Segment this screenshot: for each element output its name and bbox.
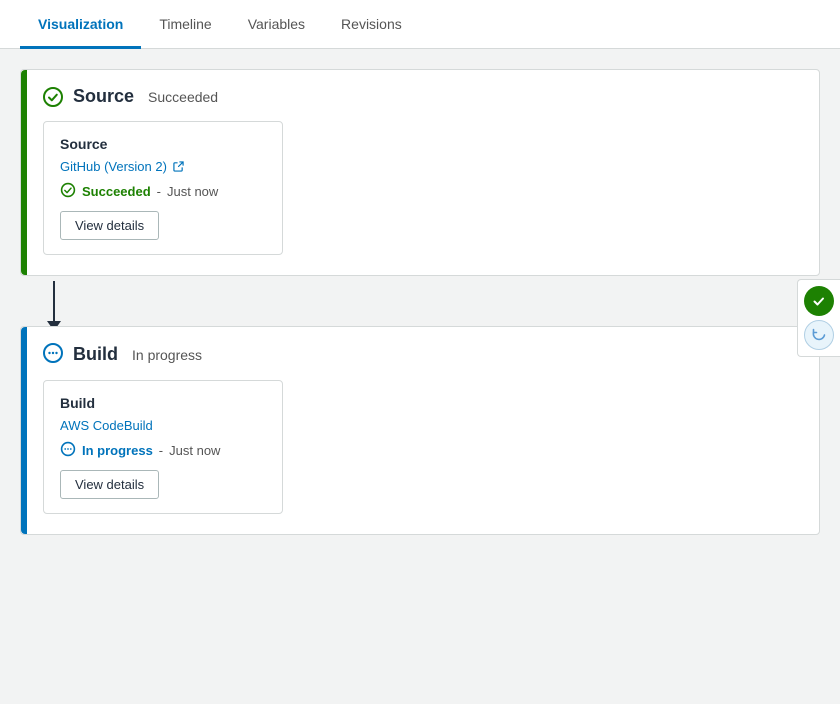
source-stage-title: Source	[73, 86, 134, 107]
build-stage-title: Build	[73, 344, 118, 365]
source-stage-card: Source Succeeded Source GitHub (Version …	[20, 69, 820, 276]
build-stage-status: In progress	[132, 347, 202, 363]
source-stage-body: Source GitHub (Version 2)	[21, 121, 819, 275]
external-link-icon	[173, 161, 184, 172]
source-status-icon	[60, 182, 76, 201]
build-view-details-button[interactable]: View details	[60, 470, 159, 499]
build-stage-left-bar	[21, 327, 27, 534]
build-status-row: In progress - Just now	[60, 441, 266, 460]
build-status-icon	[60, 441, 76, 460]
build-inprogress-icon	[43, 343, 63, 366]
arrow-line	[53, 281, 55, 321]
floating-refresh-icon[interactable]	[804, 320, 834, 350]
floating-panel	[797, 279, 840, 357]
source-stage-status: Succeeded	[148, 89, 218, 105]
source-stage-header: Source Succeeded	[21, 70, 819, 121]
build-action-link[interactable]: AWS CodeBuild	[60, 418, 153, 433]
source-time: Just now	[167, 184, 218, 199]
source-action-title: Source	[60, 136, 266, 152]
source-action-link[interactable]: GitHub (Version 2)	[60, 159, 184, 174]
build-separator: -	[159, 443, 163, 458]
source-status-label: Succeeded	[82, 184, 151, 199]
build-action-card: Build AWS CodeBuild I	[43, 380, 283, 514]
build-stage-header: Build In progress	[21, 327, 819, 380]
source-view-details-button[interactable]: View details	[60, 211, 159, 240]
build-action-title: Build	[60, 395, 266, 411]
source-success-icon	[43, 87, 63, 107]
source-status-row: Succeeded - Just now	[60, 182, 266, 201]
tab-visualization[interactable]: Visualization	[20, 0, 141, 49]
main-content: Source Succeeded Source GitHub (Version …	[0, 49, 840, 555]
source-action-card: Source GitHub (Version 2)	[43, 121, 283, 255]
tab-variables[interactable]: Variables	[230, 0, 323, 49]
build-stage-body: Build AWS CodeBuild I	[21, 380, 819, 534]
source-stage-left-bar	[21, 70, 27, 275]
source-separator: -	[157, 184, 161, 199]
build-status-label: In progress	[82, 443, 153, 458]
floating-check-icon[interactable]	[804, 286, 834, 316]
arrow-connector	[20, 276, 820, 326]
tab-timeline[interactable]: Timeline	[141, 0, 229, 49]
tab-revisions[interactable]: Revisions	[323, 0, 420, 49]
build-stage-card: Build In progress Build AWS CodeBuild	[20, 326, 820, 535]
tabs-container: Visualization Timeline Variables Revisio…	[0, 0, 840, 49]
build-time: Just now	[169, 443, 220, 458]
